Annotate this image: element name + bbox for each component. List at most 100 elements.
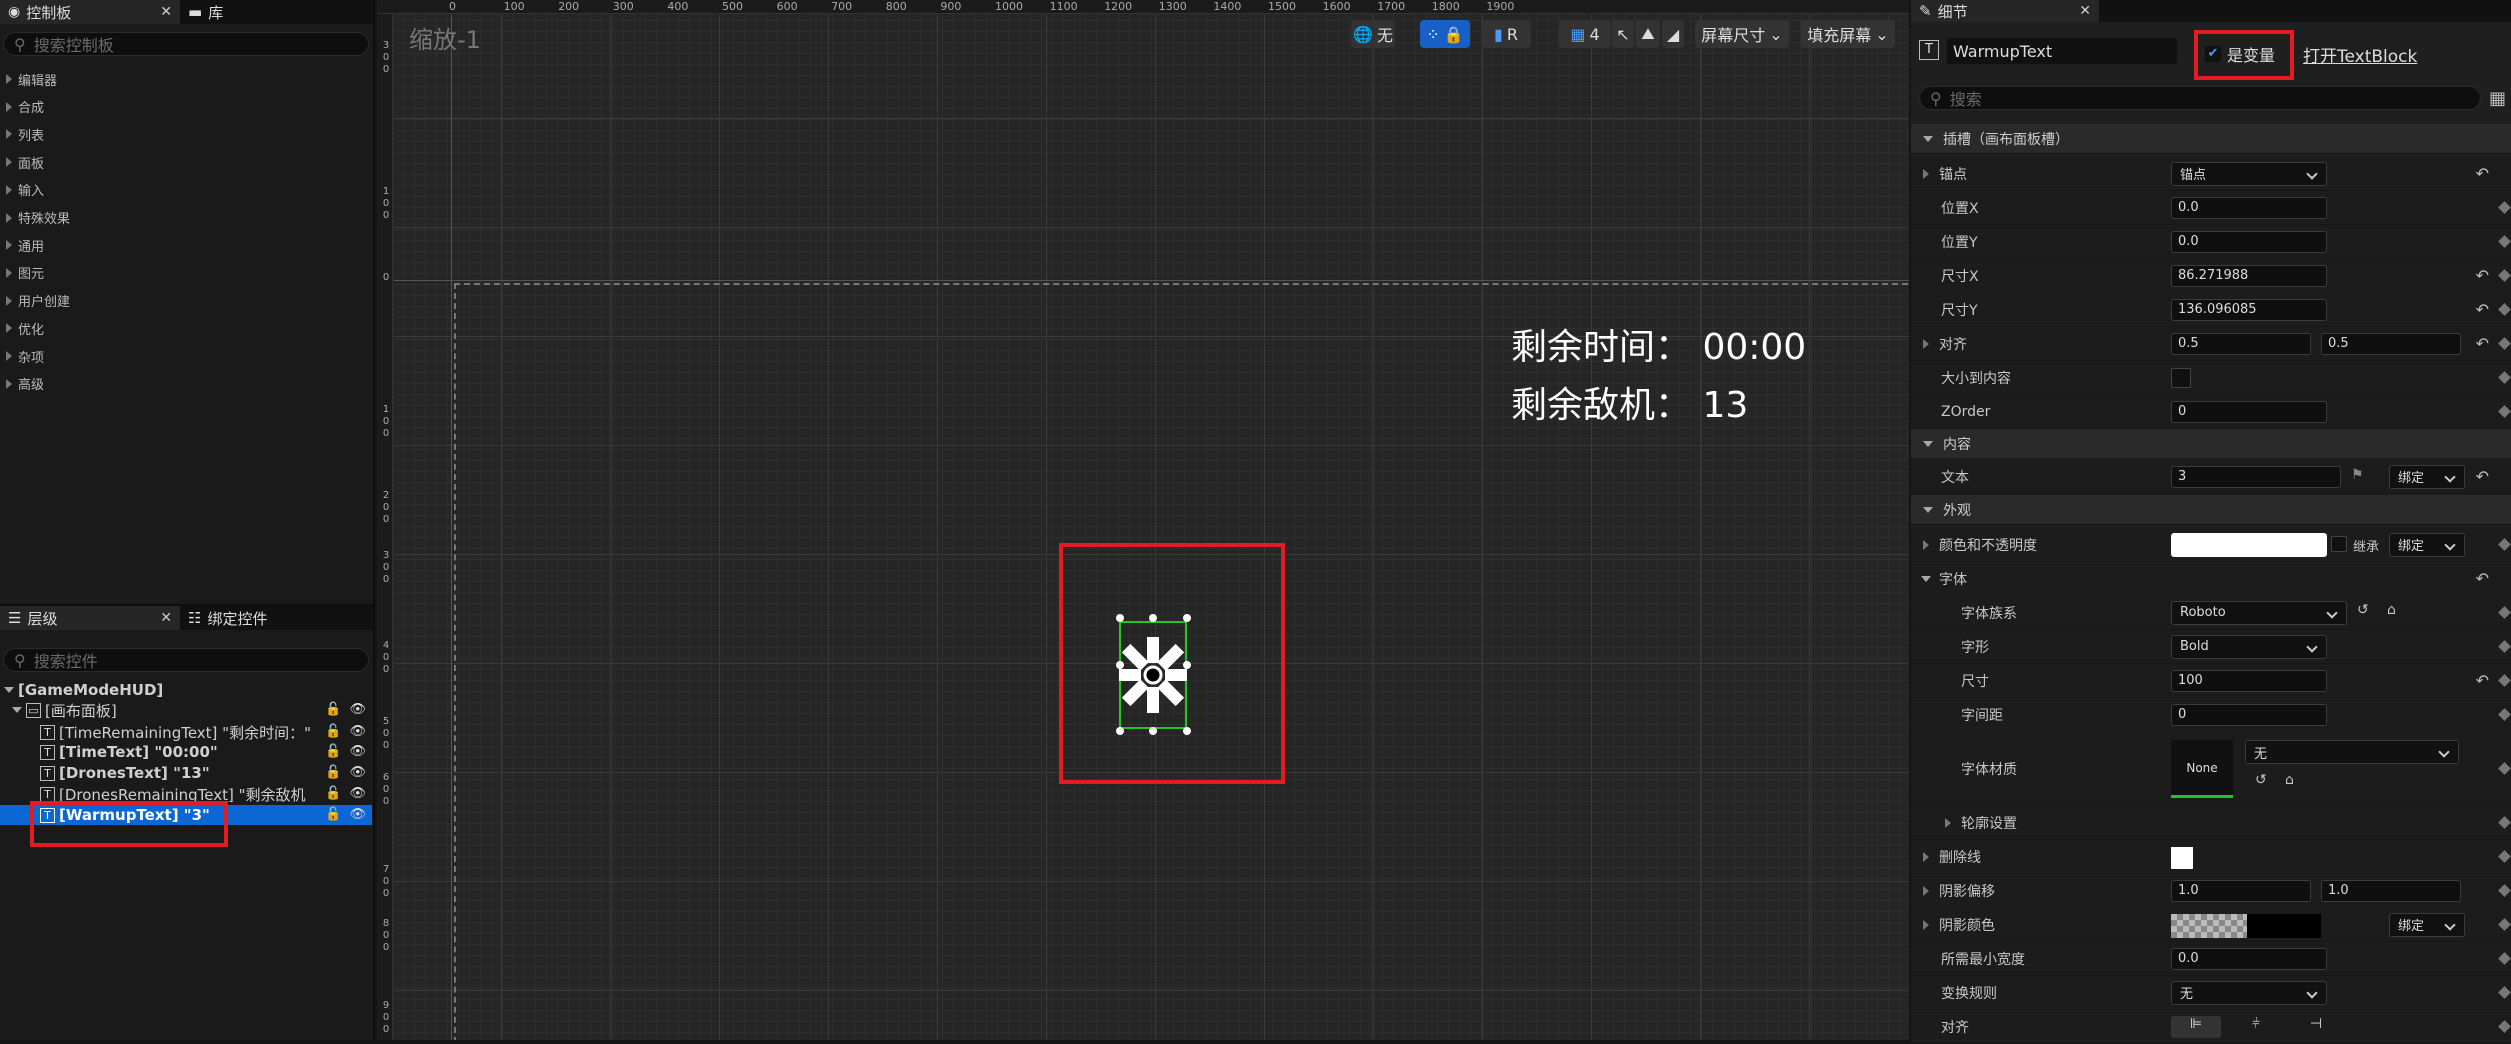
- palette-category[interactable]: 合成: [6, 97, 44, 117]
- palette-category[interactable]: 特殊效果: [6, 208, 70, 228]
- palette-category[interactable]: 高级: [6, 374, 44, 394]
- resize-handle[interactable]: [1183, 727, 1191, 735]
- align-center-icon[interactable]: ⫩: [2231, 1016, 2281, 1038]
- tree-item[interactable]: T [DronesText] "13" 🔓 👁: [0, 763, 372, 783]
- expand-icon[interactable]: [12, 707, 22, 713]
- eye-icon[interactable]: 👁: [349, 744, 366, 759]
- keyframe-icon[interactable]: [2498, 303, 2511, 316]
- shadow-color-swatch[interactable]: [2247, 914, 2321, 938]
- lock-icon[interactable]: 🔓: [325, 807, 341, 822]
- details-search-input[interactable]: ⚲ 搜索: [1919, 86, 2481, 110]
- asset-icon[interactable]: ⌂: [2387, 602, 2396, 618]
- resize-handle[interactable]: [1183, 661, 1191, 669]
- align-y-input[interactable]: 0.5: [2321, 332, 2461, 355]
- keyframe-icon[interactable]: [2498, 816, 2511, 829]
- tree-item[interactable]: T [TimeText] "00:00" 🔓 👁: [0, 742, 372, 762]
- expand-icon[interactable]: [1923, 338, 1929, 349]
- align-left-icon[interactable]: ⊫: [2171, 1016, 2221, 1038]
- screen-size-dropdown[interactable]: 屏幕尺寸 ⌄: [1695, 20, 1789, 48]
- section-content[interactable]: 内容: [1911, 429, 2511, 459]
- resize-handle[interactable]: [1149, 727, 1157, 735]
- eye-icon[interactable]: 👁: [349, 786, 366, 801]
- resize-handle[interactable]: [1116, 614, 1124, 622]
- eye-icon[interactable]: 👁: [349, 724, 366, 739]
- eye-icon[interactable]: 👁: [349, 765, 366, 780]
- close-icon[interactable]: ✕: [2079, 3, 2091, 19]
- bind-dropdown[interactable]: 绑定: [2389, 912, 2465, 937]
- align-right-icon[interactable]: ⊣: [2291, 1016, 2341, 1038]
- palette-category[interactable]: 图元: [6, 263, 44, 283]
- keyframe-icon[interactable]: [2498, 708, 2511, 721]
- bind-dropdown[interactable]: 绑定: [2389, 532, 2465, 557]
- keyframe-icon[interactable]: [2498, 762, 2511, 775]
- reset-icon[interactable]: ↶: [2476, 569, 2489, 588]
- tab-details[interactable]: ✎ 细节 ✕: [1911, 0, 2099, 22]
- browse-icon[interactable]: ↺: [2357, 602, 2369, 618]
- bind-dropdown[interactable]: 绑定: [2389, 464, 2465, 489]
- grid-snap-button[interactable]: ▦ 4: [1559, 20, 1611, 48]
- palette-category[interactable]: 编辑器: [6, 69, 57, 89]
- align-x-input[interactable]: 0.5: [2171, 332, 2311, 355]
- keyframe-icon[interactable]: [2498, 986, 2511, 999]
- designer-viewport[interactable]: 0 100 200 300 400 500 600 700 800 900 1000 1100 1200…: [377, 0, 1909, 1040]
- expand-icon[interactable]: [1923, 919, 1929, 930]
- tab-palette[interactable]: ◉ 控制板 ✕: [0, 0, 180, 24]
- palette-category[interactable]: 输入: [6, 180, 44, 200]
- pos-x-input[interactable]: 0.0: [2171, 196, 2327, 219]
- palette-category[interactable]: 优化: [6, 318, 44, 338]
- reset-icon[interactable]: ↶: [2476, 300, 2489, 319]
- reset-icon[interactable]: ↶: [2476, 467, 2489, 486]
- eye-icon[interactable]: 👁: [349, 702, 366, 717]
- resize-handle[interactable]: [1183, 614, 1191, 622]
- anchor-dropdown[interactable]: 锚点: [2171, 161, 2327, 186]
- triangle-button[interactable]: ◢: [1662, 20, 1684, 48]
- resize-handle[interactable]: [1149, 614, 1157, 622]
- close-icon[interactable]: ✕: [160, 4, 172, 20]
- min-width-input[interactable]: 0.0: [2171, 947, 2327, 970]
- font-size-input[interactable]: 100: [2171, 669, 2327, 692]
- size-to-content-checkbox[interactable]: [2171, 368, 2191, 388]
- keyframe-icon[interactable]: [2498, 918, 2511, 931]
- keyframe-icon[interactable]: [2498, 405, 2511, 418]
- reset-icon[interactable]: ↶: [2476, 164, 2489, 183]
- palette-category[interactable]: 列表: [6, 124, 44, 144]
- selected-widget-bounds[interactable]: [1119, 621, 1187, 729]
- palette-category[interactable]: 用户创建: [6, 291, 70, 311]
- section-slot[interactable]: 插槽（画布面板槽）: [1911, 124, 2511, 154]
- expand-icon[interactable]: [1923, 168, 1929, 179]
- localization-button[interactable]: 🌐 无: [1351, 20, 1395, 48]
- shadow-x-input[interactable]: 1.0: [2171, 879, 2311, 902]
- text-input[interactable]: 3: [2171, 465, 2341, 488]
- material-dropdown[interactable]: 无: [2245, 740, 2459, 764]
- close-icon[interactable]: ✕: [160, 610, 172, 626]
- shadow-y-input[interactable]: 1.0: [2321, 879, 2461, 902]
- reset-icon[interactable]: ↶: [2476, 334, 2489, 353]
- widget-name-input[interactable]: WarmupText: [1947, 38, 2177, 64]
- reset-icon[interactable]: ↶: [2476, 266, 2489, 285]
- browse-icon[interactable]: ↺: [2255, 772, 2267, 788]
- font-family-dropdown[interactable]: Roboto: [2171, 600, 2347, 625]
- section-appearance[interactable]: 外观: [1911, 495, 2511, 525]
- fill-screen-dropdown[interactable]: 填充屏幕 ⌄: [1801, 20, 1895, 48]
- keyframe-icon[interactable]: [2498, 850, 2511, 863]
- tab-bind-widgets[interactable]: ☷ 绑定控件: [180, 606, 275, 630]
- resize-handle[interactable]: [1116, 661, 1124, 669]
- expand-icon[interactable]: [1921, 575, 1931, 582]
- shadow-alpha-swatch[interactable]: [2171, 914, 2247, 938]
- lock-icon[interactable]: 🔓: [325, 744, 341, 759]
- letter-spacing-input[interactable]: 0: [2171, 703, 2327, 726]
- keyframe-icon[interactable]: [2498, 606, 2511, 619]
- keyframe-icon[interactable]: [2498, 640, 2511, 653]
- zorder-input[interactable]: 0: [2171, 400, 2327, 423]
- keyframe-icon[interactable]: [2498, 538, 2511, 551]
- transform-dropdown[interactable]: 无: [2171, 980, 2327, 1005]
- keyframe-icon[interactable]: [2498, 269, 2511, 282]
- strike-swatch[interactable]: [2171, 847, 2193, 869]
- lock-toggle[interactable]: ⁘ 🔒: [1420, 20, 1470, 48]
- expand-icon[interactable]: [4, 687, 14, 693]
- color-swatch[interactable]: [2171, 533, 2327, 557]
- expand-icon[interactable]: [1923, 539, 1929, 550]
- tree-root[interactable]: [GameModeHUD]: [0, 680, 372, 700]
- reset-icon[interactable]: ↶: [2476, 671, 2489, 690]
- asset-icon[interactable]: ⌂: [2285, 772, 2294, 788]
